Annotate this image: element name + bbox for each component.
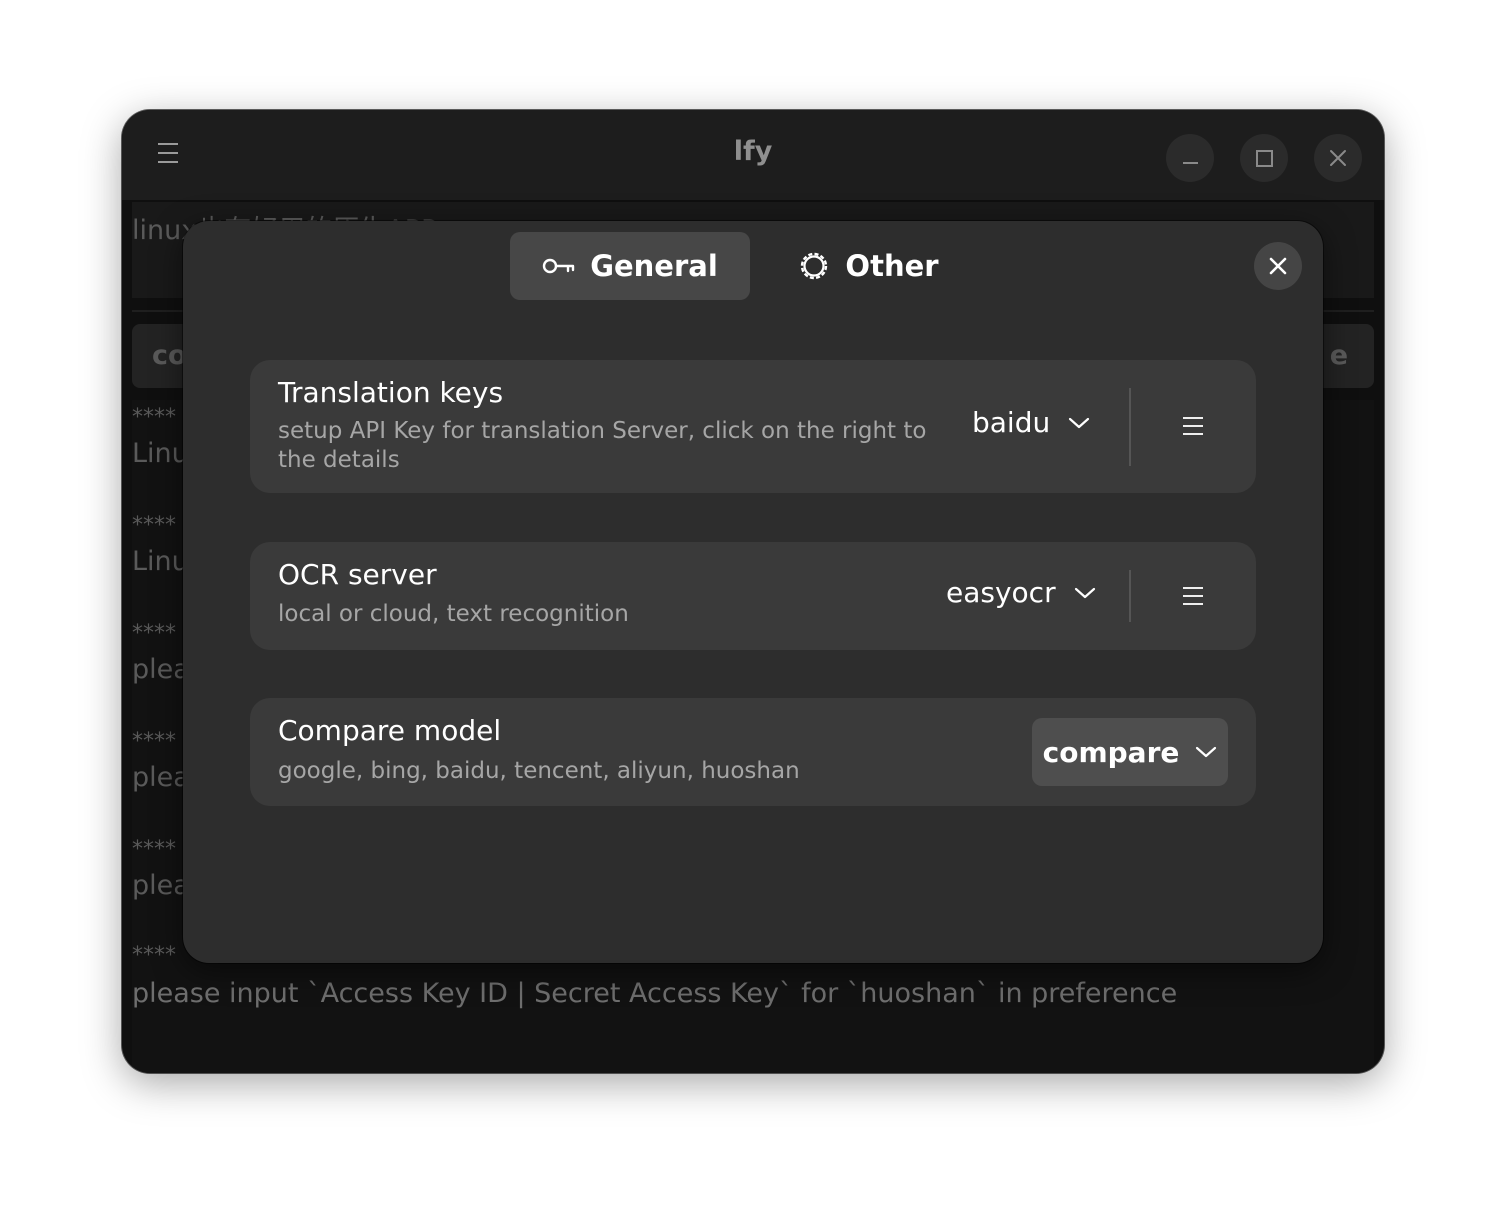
chevron-down-icon xyxy=(1196,746,1217,758)
compare-model-value: compare xyxy=(1042,735,1180,769)
output-line: **** xyxy=(132,405,176,430)
separator xyxy=(1129,388,1131,466)
ocr-server-subtitle: local or cloud, text recognition xyxy=(278,601,629,627)
maximize-button[interactable] xyxy=(1240,134,1288,182)
output-line: please input `Access Key ID | Secret Acc… xyxy=(132,978,1178,1009)
ocr-server-details-button[interactable] xyxy=(1169,572,1217,620)
output-line: **** xyxy=(132,729,176,754)
minimize-icon xyxy=(1182,162,1198,164)
ocr-server-row: OCR server local or cloud, text recognit… xyxy=(250,542,1256,650)
translation-keys-subtitle: setup API Key for translation Server, cl… xyxy=(278,418,927,473)
ocr-server-title: OCR server xyxy=(278,558,437,591)
header-bar: lfy xyxy=(122,110,1384,200)
compare-model-row: Compare model google, bing, baidu, tence… xyxy=(250,698,1256,806)
dialog-close-button[interactable] xyxy=(1254,242,1302,290)
close-window-button[interactable] xyxy=(1314,134,1362,182)
output-line: plea xyxy=(132,870,190,901)
maximize-icon xyxy=(1255,149,1273,167)
translation-server-value: baidu xyxy=(972,406,1051,439)
preferences-dialog: General Other Translation keys setup API… xyxy=(183,221,1323,963)
output-line: Linu xyxy=(132,438,189,469)
translation-server-dropdown[interactable]: baidu xyxy=(972,406,1090,439)
gear-icon xyxy=(801,252,828,280)
translation-keys-title: Translation keys xyxy=(278,376,504,409)
output-line: plea xyxy=(132,762,190,793)
close-icon xyxy=(1330,150,1346,166)
ocr-server-dropdown[interactable]: easyocr xyxy=(946,576,1096,609)
translation-keys-details-button[interactable] xyxy=(1169,402,1217,450)
tab-general-label: General xyxy=(590,249,718,283)
compare-model-dropdown[interactable]: compare xyxy=(1032,718,1228,786)
chevron-down-icon xyxy=(1074,587,1095,598)
tab-general[interactable]: General xyxy=(510,232,750,300)
tab-other[interactable]: Other xyxy=(793,232,943,300)
ocr-server-value: easyocr xyxy=(946,576,1056,609)
compare-model-title: Compare model xyxy=(278,714,502,747)
output-line: **** xyxy=(132,621,176,646)
output-line: **** xyxy=(132,513,176,538)
chevron-down-icon xyxy=(1069,417,1090,428)
output-line: Linu xyxy=(132,546,189,577)
minimize-button[interactable] xyxy=(1166,134,1214,182)
output-line: **** xyxy=(132,837,176,862)
close-icon xyxy=(1269,257,1287,275)
translation-keys-row: Translation keys setup API Key for trans… xyxy=(250,360,1256,493)
compare-model-subtitle: google, bing, baidu, tencent, aliyun, hu… xyxy=(278,758,800,784)
separator xyxy=(1129,570,1131,622)
tab-other-label: Other xyxy=(845,249,939,283)
output-line: plea xyxy=(132,654,190,685)
key-icon xyxy=(542,258,575,274)
